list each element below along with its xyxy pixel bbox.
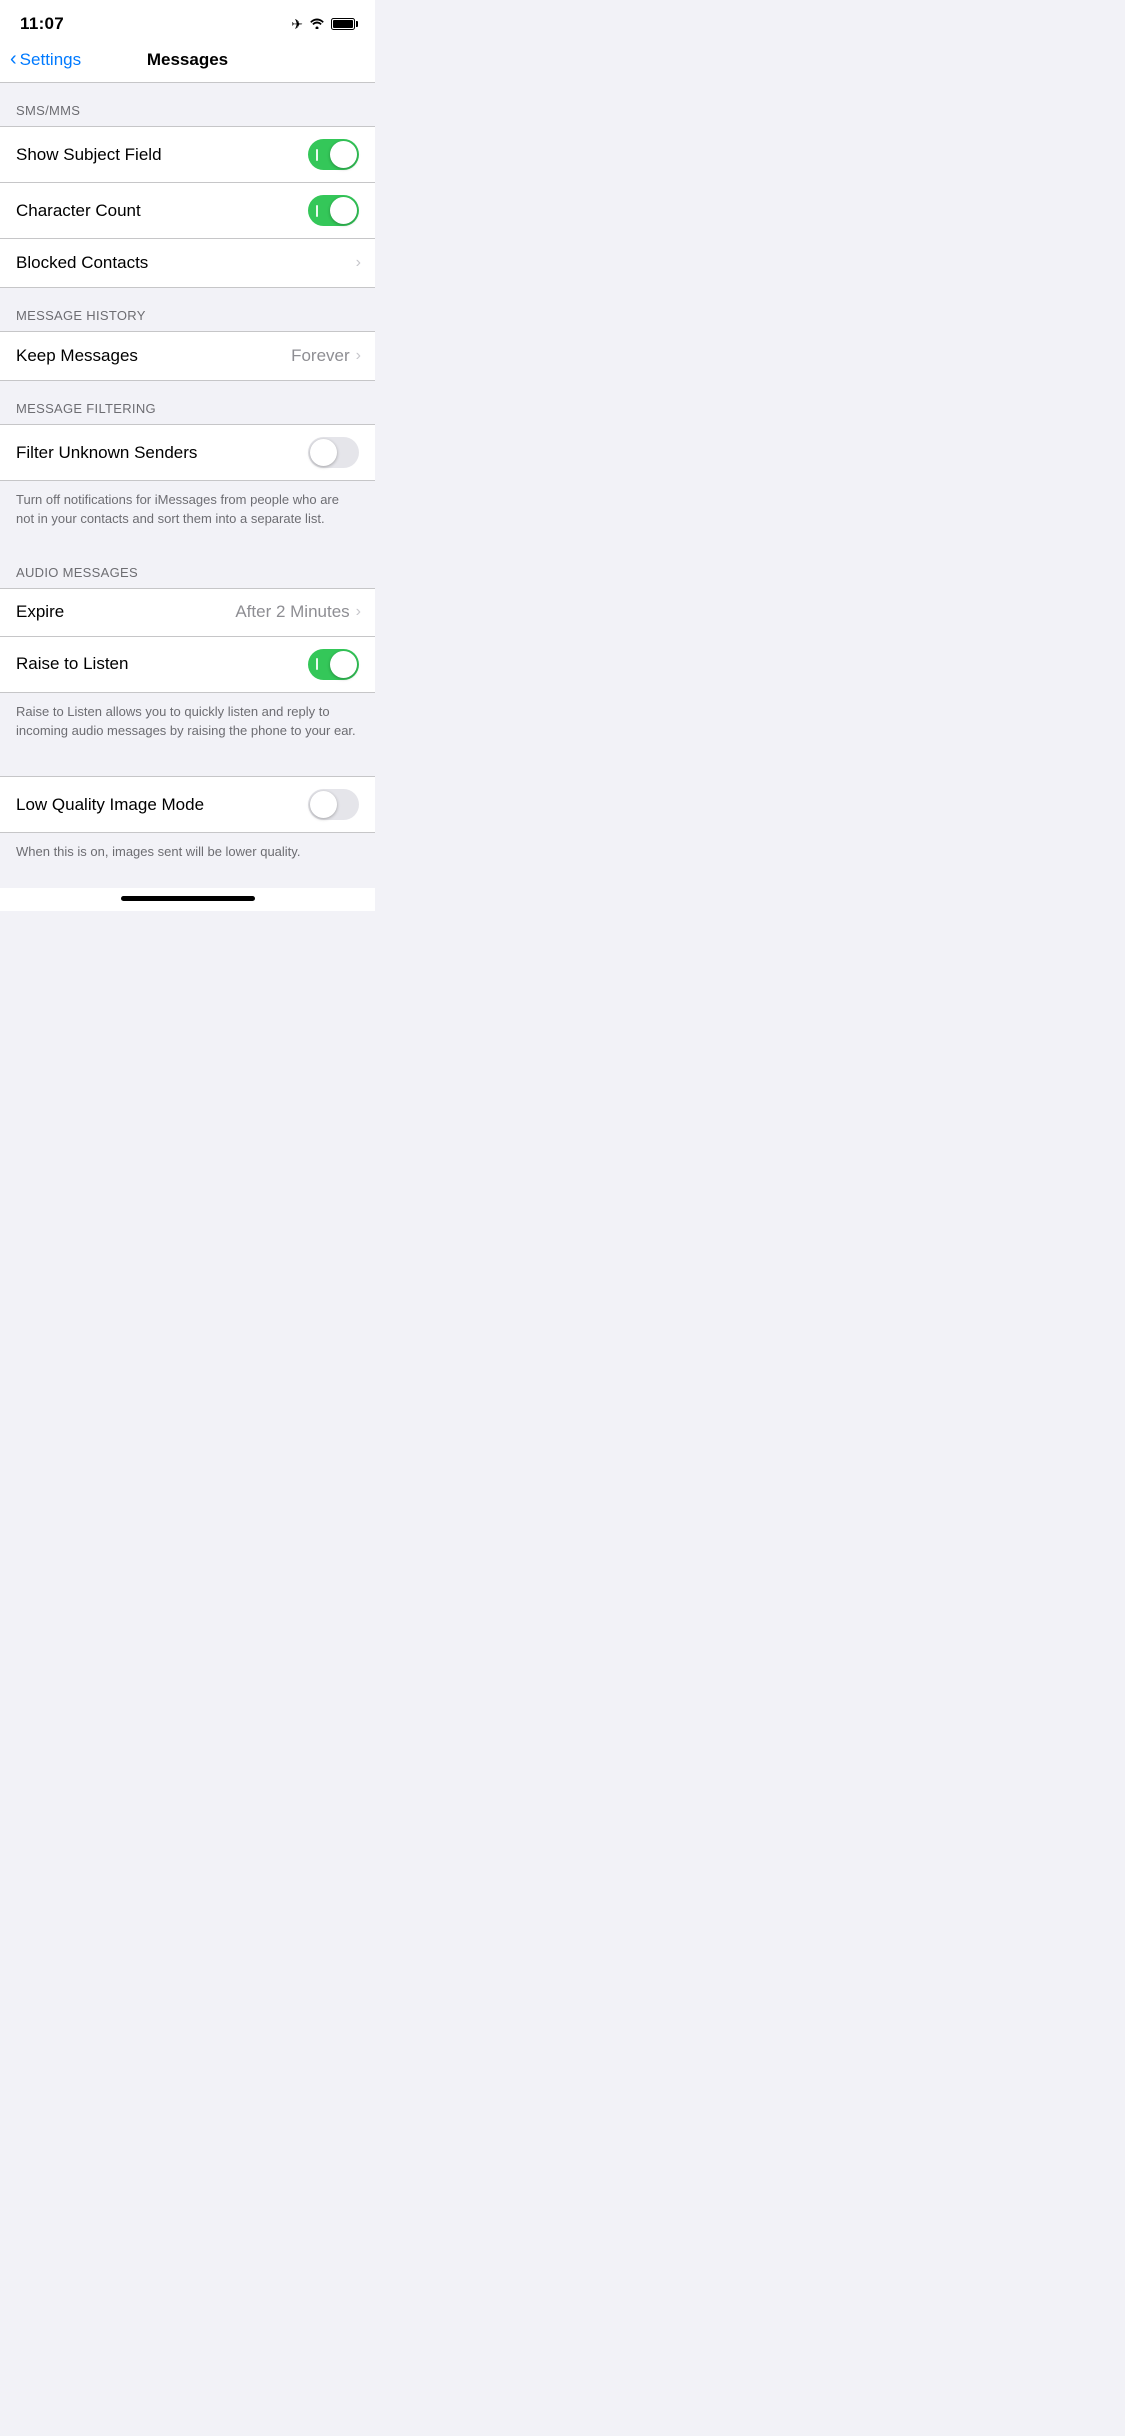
message-history-group: Keep Messages Forever › — [0, 331, 375, 381]
raise-to-listen-toggle[interactable] — [308, 649, 359, 680]
filter-unknown-senders-row: Filter Unknown Senders — [0, 425, 375, 480]
expire-label: Expire — [16, 602, 64, 622]
expire-chevron-icon: › — [356, 603, 361, 621]
filter-unknown-senders-toggle[interactable] — [308, 437, 359, 468]
page-title: Messages — [147, 50, 228, 70]
character-count-toggle[interactable] — [308, 195, 359, 226]
section-header-sms-mms: SMS/MMS — [0, 83, 375, 126]
sms-mms-group: Show Subject Field Character Count Block… — [0, 126, 375, 288]
battery-icon — [331, 18, 355, 30]
bottom-spacer — [0, 878, 375, 888]
show-subject-field-label: Show Subject Field — [16, 145, 162, 165]
blocked-contacts-label: Blocked Contacts — [16, 253, 148, 273]
status-icons: ✈ — [291, 16, 355, 33]
audio-messages-group: Expire After 2 Minutes › Raise to Listen — [0, 588, 375, 693]
nav-bar: ‹ Settings Messages — [0, 42, 375, 83]
show-subject-field-row: Show Subject Field — [0, 127, 375, 183]
keep-messages-label: Keep Messages — [16, 346, 138, 366]
low-quality-image-mode-toggle[interactable] — [308, 789, 359, 820]
character-count-row: Character Count — [0, 183, 375, 239]
low-quality-group: Low Quality Image Mode — [0, 776, 375, 833]
home-bar — [121, 896, 255, 901]
status-time: 11:07 — [20, 14, 64, 34]
raise-to-listen-description: Raise to Listen allows you to quickly li… — [0, 693, 375, 757]
expire-right: After 2 Minutes › — [235, 602, 359, 622]
filter-unknown-senders-label: Filter Unknown Senders — [16, 443, 197, 463]
message-filtering-group: Filter Unknown Senders — [0, 424, 375, 481]
expire-value: After 2 Minutes — [235, 602, 349, 622]
wifi-icon — [309, 16, 325, 32]
raise-to-listen-label: Raise to Listen — [16, 654, 128, 674]
show-subject-field-toggle[interactable] — [308, 139, 359, 170]
expire-row[interactable]: Expire After 2 Minutes › — [0, 589, 375, 637]
spacer-low-quality — [0, 756, 375, 776]
blocked-contacts-chevron-icon: › — [356, 254, 361, 272]
section-header-message-filtering: MESSAGE FILTERING — [0, 381, 375, 424]
section-header-audio-messages: AUDIO MESSAGES — [0, 545, 375, 588]
raise-to-listen-row: Raise to Listen — [0, 637, 375, 692]
section-header-message-history: MESSAGE HISTORY — [0, 288, 375, 331]
back-label: Settings — [20, 50, 81, 70]
keep-messages-right: Forever › — [291, 346, 359, 366]
home-indicator — [0, 888, 375, 911]
back-chevron-icon: ‹ — [10, 48, 17, 71]
back-button[interactable]: ‹ Settings — [10, 49, 81, 71]
low-quality-image-description: When this is on, images sent will be low… — [0, 833, 375, 878]
low-quality-image-mode-row: Low Quality Image Mode — [0, 777, 375, 832]
character-count-label: Character Count — [16, 201, 141, 221]
keep-messages-row[interactable]: Keep Messages Forever › — [0, 332, 375, 380]
keep-messages-value: Forever — [291, 346, 350, 366]
airplane-icon: ✈ — [291, 16, 303, 33]
filter-unknown-senders-description: Turn off notifications for iMessages fro… — [0, 481, 375, 545]
blocked-contacts-row[interactable]: Blocked Contacts › — [0, 239, 375, 287]
low-quality-image-mode-label: Low Quality Image Mode — [16, 795, 204, 815]
blocked-contacts-right: › — [356, 254, 359, 272]
status-bar: 11:07 ✈ — [0, 0, 375, 42]
keep-messages-chevron-icon: › — [356, 347, 361, 365]
